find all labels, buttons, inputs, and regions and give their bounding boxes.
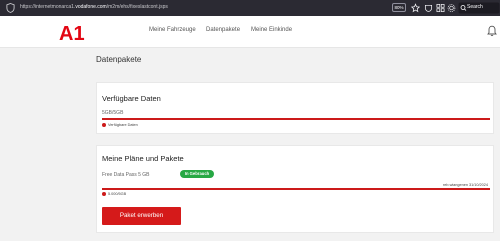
- available-data-legend-label: Verfügbare Daten: [108, 123, 138, 127]
- logo-text: A1: [59, 23, 85, 43]
- available-data-legend-dot: [102, 123, 106, 127]
- buy-package-button[interactable]: Paket erwerben: [102, 207, 181, 225]
- available-data-title: Verfügbare Daten: [102, 94, 161, 103]
- plan-validity: reb.wiangenen 31/10/2024: [443, 183, 488, 187]
- url-path: /m2m/ehs/fixeslastcont.jsps: [106, 4, 168, 10]
- star-icon[interactable]: [411, 3, 420, 13]
- plan-usage-progress-bar: [102, 188, 490, 190]
- available-data-progress-fill: [102, 118, 490, 120]
- available-data-progress-bar: [102, 118, 490, 120]
- bell-icon[interactable]: [487, 25, 497, 37]
- plans-card: Meine Pläne und Pakete Free Data Pass 5 …: [96, 145, 494, 233]
- browser-toolbar: https://internetmonarca1.vodafone.com/m2…: [0, 0, 500, 16]
- nav-link-datenpakete[interactable]: Datenpakete: [206, 27, 240, 33]
- page-title: Datenpakete: [96, 55, 142, 64]
- url-domain: vodafone.com: [75, 4, 107, 10]
- search-placeholder: Search: [467, 4, 483, 10]
- address-bar[interactable]: https://internetmonarca1.vodafone.com/m2…: [20, 4, 168, 10]
- plan-usage-label: 5.000/5GB: [108, 192, 127, 196]
- plan-usage-progress-fill: [102, 188, 490, 190]
- a1-logo[interactable]: A1: [58, 21, 86, 43]
- shield-icon: [6, 3, 15, 13]
- pocket-icon[interactable]: [424, 3, 433, 13]
- gear-icon[interactable]: [447, 3, 456, 13]
- nav-link-meine-fahrzeuge[interactable]: Meine Fahrzeuge: [149, 27, 196, 33]
- plan-usage-dot: [102, 192, 106, 196]
- plans-title: Meine Pläne und Pakete: [102, 154, 184, 163]
- extensions-icon[interactable]: [436, 3, 445, 13]
- available-data-card: Verfügbare Daten 5GB/5GB Verfügbare Date…: [96, 82, 494, 134]
- url-prefix: https://internetmonarca1.: [20, 4, 76, 10]
- plan-name: Free Data Pass 5 GB: [102, 172, 150, 178]
- site-header: A1 Meine Fahrzeuge Datenpakete Meine Ein…: [0, 16, 500, 48]
- plan-status-badge: In Gebrauch: [180, 170, 214, 178]
- available-data-amount: 5GB/5GB: [102, 110, 124, 116]
- nav-link-meine-einkinde[interactable]: Meine Einkinde: [251, 27, 292, 33]
- zoom-level[interactable]: 80%: [392, 3, 406, 12]
